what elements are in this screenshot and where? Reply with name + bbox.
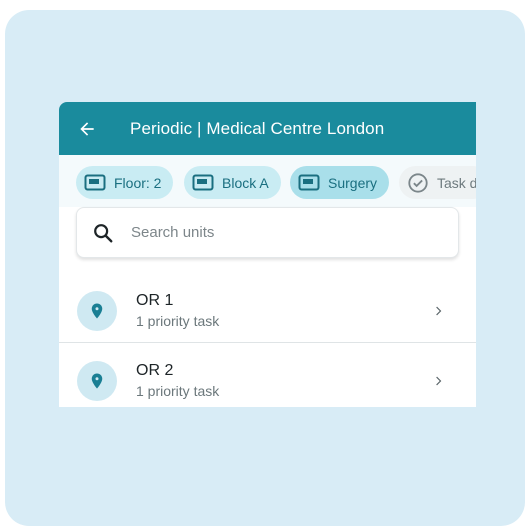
list-item-subtitle: 1 priority task	[136, 313, 220, 329]
search-icon	[94, 223, 113, 242]
location-square-icon	[84, 174, 106, 191]
avatar	[77, 290, 117, 331]
chip-task[interactable]: Task d	[399, 166, 476, 199]
filter-chips-row: Floor: 2 Block A Surgery Task d	[59, 155, 476, 207]
check-circle-icon	[408, 172, 428, 193]
page-title: Periodic | Medical Centre London	[130, 118, 385, 138]
chip-block[interactable]: Block A	[184, 166, 281, 199]
list-item-or2[interactable]: OR 2 1 priority task	[59, 348, 476, 407]
search-input[interactable]: Search units	[76, 207, 459, 258]
app-screen: Periodic | Medical Centre London Floor: …	[59, 102, 476, 407]
list-item-title: OR 1	[136, 292, 174, 309]
chip-label: Block A	[222, 174, 269, 191]
app-bar: Periodic | Medical Centre London	[59, 102, 476, 155]
map-pin-icon	[91, 373, 103, 388]
list-item-subtitle: 1 priority task	[136, 383, 220, 399]
chevron-right-icon	[436, 306, 442, 315]
chip-surgery[interactable]: Surgery	[290, 166, 390, 199]
map-pin-icon	[91, 303, 103, 318]
search-icon-wrapper	[79, 222, 127, 244]
list-divider	[59, 342, 476, 343]
avatar	[77, 360, 117, 401]
location-square-icon	[192, 174, 214, 191]
chip-floor[interactable]: Floor: 2	[76, 166, 174, 199]
list-item-or1[interactable]: OR 1 1 priority task	[59, 278, 476, 343]
arrow-back-icon	[80, 121, 94, 136]
list-item-title: OR 2	[136, 362, 174, 379]
back-button[interactable]	[59, 102, 115, 155]
location-square-icon	[298, 174, 320, 191]
chip-label: Surgery	[328, 174, 378, 191]
chip-label: Task d	[437, 174, 476, 191]
chip-label: Floor: 2	[114, 174, 162, 191]
list-item-text: OR 1 1 priority task	[136, 291, 219, 330]
list-item-text: OR 2 1 priority task	[136, 361, 219, 400]
search-placeholder: Search units	[131, 224, 215, 241]
chevron-right-icon	[436, 376, 442, 385]
